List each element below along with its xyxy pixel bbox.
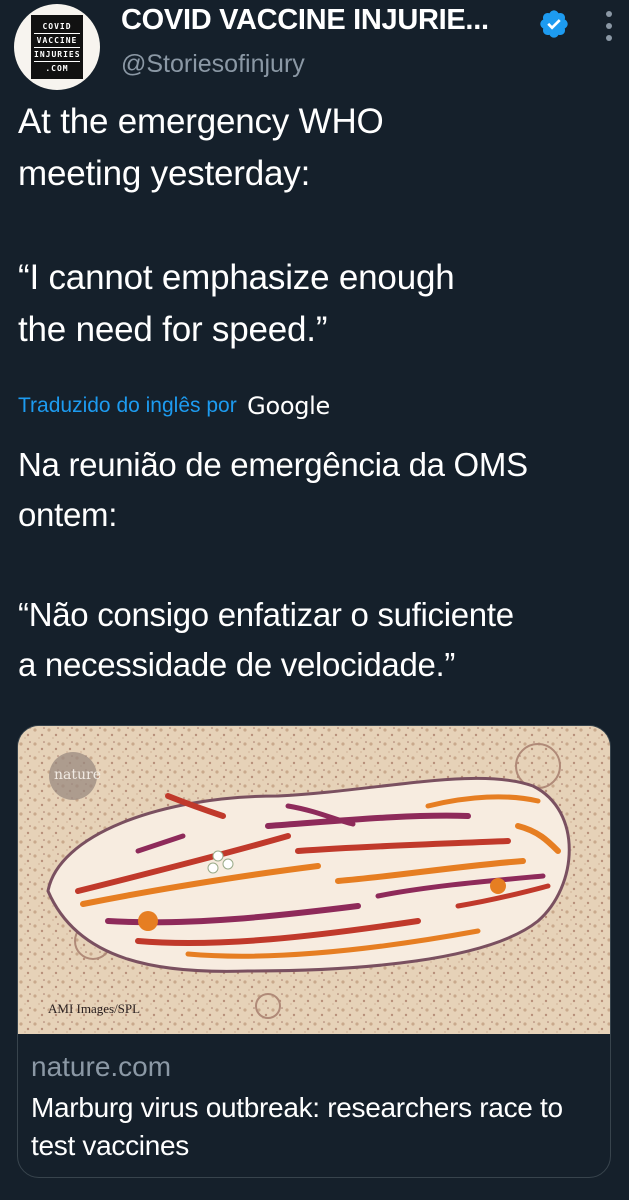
translated-text-line: “Não consigo enfatizar o suficiente bbox=[18, 596, 514, 633]
tweet-text-line: “I cannot emphasize enough bbox=[18, 258, 455, 297]
tweet-text-line: meeting yesterday: bbox=[18, 154, 311, 193]
link-preview-card[interactable]: nature AMI Images/SPL nature.com Marburg… bbox=[17, 725, 611, 1178]
avatar-logo-line: VACCINE bbox=[34, 34, 80, 48]
tweet-header: COVID VACCINE INJURIES .COM COVID VACCIN… bbox=[0, 0, 629, 100]
avatar[interactable]: COVID VACCINE INJURIES .COM bbox=[14, 4, 100, 90]
google-logo: Google bbox=[247, 392, 330, 420]
more-options-icon[interactable] bbox=[594, 6, 624, 46]
tweet-text: At the emergency WHO meeting yesterday: … bbox=[18, 96, 618, 356]
verified-badge-icon bbox=[540, 10, 568, 38]
image-credit: AMI Images/SPL bbox=[48, 1001, 141, 1016]
avatar-logo-line: INJURIES bbox=[34, 48, 80, 62]
card-image[interactable]: nature AMI Images/SPL bbox=[18, 726, 610, 1034]
avatar-logo-line: .COM bbox=[45, 63, 69, 73]
card-domain: nature.com bbox=[31, 1051, 172, 1082]
translated-by-link[interactable]: Traduzido do inglês por bbox=[18, 394, 237, 417]
tweet-text-line: the need for speed.” bbox=[18, 310, 328, 349]
avatar-logo-line: COVID bbox=[34, 20, 80, 34]
image-watermark: nature bbox=[54, 767, 101, 783]
tweet-text-line: At the emergency WHO bbox=[18, 102, 384, 141]
translation-attribution: Traduzido do inglês por Google bbox=[18, 392, 330, 432]
translated-text: Na reunião de emergência da OMS ontem: “… bbox=[18, 440, 618, 690]
translated-text-line: ontem: bbox=[18, 496, 118, 533]
translated-text-line: a necessidade de velocidade.” bbox=[18, 646, 456, 683]
virus-micrograph-image bbox=[18, 726, 610, 1034]
translated-text-line: Na reunião de emergência da OMS bbox=[18, 446, 528, 483]
author-handle[interactable]: @Storiesofinjury bbox=[121, 50, 305, 79]
avatar-logo: COVID VACCINE INJURIES .COM bbox=[31, 15, 83, 79]
card-title: Marburg virus outbreak: researchers race… bbox=[31, 1092, 563, 1161]
author-display-name[interactable]: COVID VACCINE INJURIE... bbox=[121, 4, 489, 37]
